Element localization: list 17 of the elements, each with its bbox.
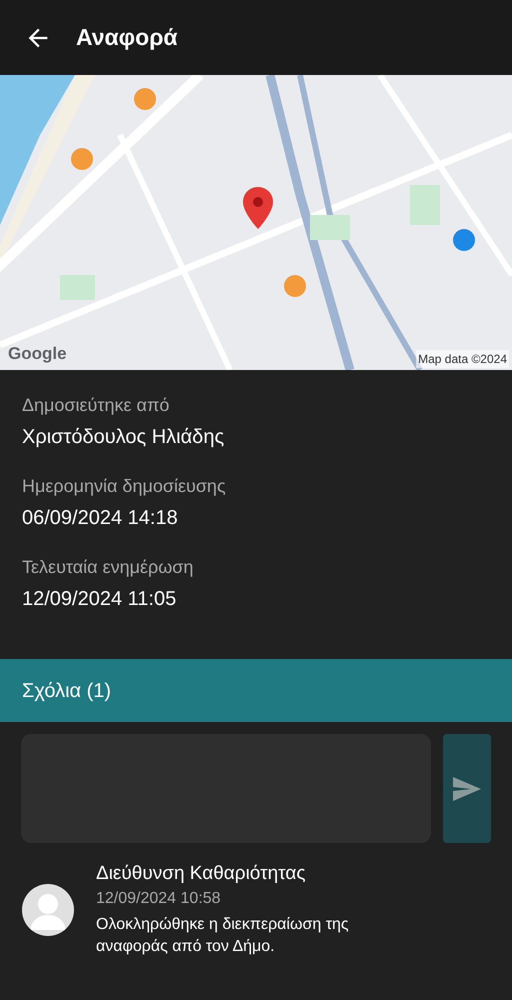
detail-value: 06/09/2024 14:18 bbox=[22, 506, 179, 531]
map[interactable]: Google Map data ©2024 bbox=[0, 75, 512, 370]
detail-value: Χριστόδουλος Ηλιάδης bbox=[22, 425, 226, 450]
detail-label: Τελευταία ενημέρωση bbox=[22, 556, 194, 578]
map-logo: Google bbox=[8, 342, 67, 365]
comment-date: 12/09/2024 10:58 bbox=[96, 889, 222, 909]
map-attribution: Map data ©2024 bbox=[416, 350, 509, 368]
detail-value: 12/09/2024 11:05 bbox=[22, 587, 178, 612]
detail-label: Δημοσιεύτηκε από bbox=[22, 394, 170, 416]
page-title: Αναφορά bbox=[76, 23, 178, 52]
comment-text: Ολοκληρώθηκε η διεκπεραίωση της αναφοράς από τον Δήμο. bbox=[96, 915, 350, 957]
comments-title: Σχόλια (1) bbox=[22, 678, 112, 704]
send-icon bbox=[453, 776, 481, 800]
detail-label: Ημερομηνία δημοσίευσης bbox=[22, 475, 227, 497]
comment-author: Διεύθυνση Καθαριότητας bbox=[96, 862, 307, 886]
avatar-icon bbox=[22, 884, 74, 936]
location-pin-icon bbox=[243, 187, 273, 229]
